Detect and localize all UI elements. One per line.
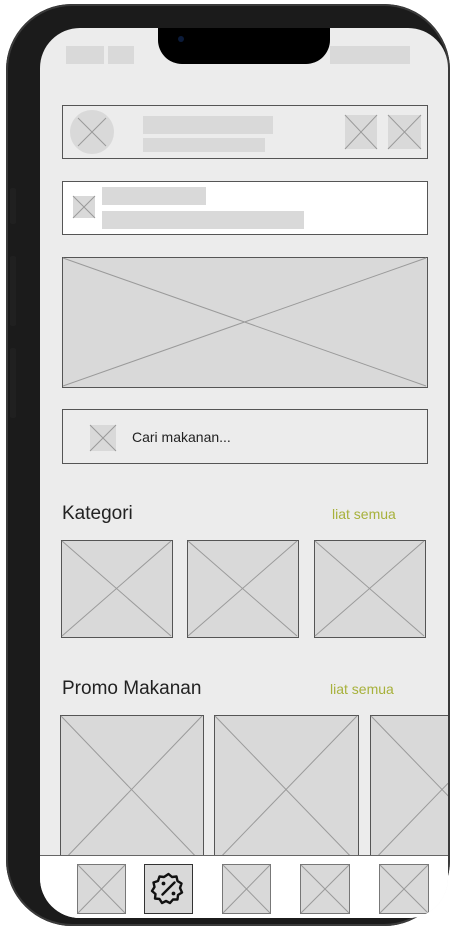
- status-signal-placeholder: [108, 46, 134, 64]
- phone-frame: Cari makanan... Kategori liat semua Prom…: [6, 4, 450, 926]
- category-image-placeholder-icon: [314, 540, 425, 637]
- search-icon: [89, 424, 117, 452]
- info-icon-placeholder: [72, 195, 96, 219]
- status-time-placeholder: [66, 46, 104, 64]
- placeholder-icon: [77, 864, 126, 914]
- placeholder-icon: [222, 864, 271, 914]
- promo-image-placeholder-icon: [214, 715, 358, 864]
- placeholder-icon: [379, 864, 429, 914]
- nav-item-5[interactable]: [379, 864, 429, 914]
- nav-item-home[interactable]: [77, 864, 126, 914]
- avatar[interactable]: [70, 110, 114, 154]
- nav-item-3[interactable]: [222, 864, 271, 914]
- bottom-navigation: [40, 855, 448, 918]
- info-title-placeholder: [102, 187, 206, 205]
- info-card[interactable]: [62, 181, 428, 235]
- info-subtitle-placeholder: [102, 211, 304, 229]
- banner-image-placeholder-icon: [62, 257, 427, 387]
- mute-switch: [10, 188, 16, 224]
- nav-item-promo[interactable]: [144, 864, 193, 914]
- search-bar[interactable]: Cari makanan...: [62, 409, 428, 464]
- category-card[interactable]: [61, 540, 173, 638]
- header-action-button-1[interactable]: [344, 114, 378, 150]
- user-address-placeholder: [143, 138, 265, 152]
- notch: [158, 28, 330, 64]
- volume-up-button: [10, 256, 16, 326]
- placeholder-icon: [89, 424, 117, 452]
- see-all-promos-link[interactable]: liat semua: [330, 681, 394, 697]
- category-card[interactable]: [314, 540, 426, 638]
- promo-badge-icon: [150, 872, 184, 905]
- nav-item-4[interactable]: [300, 864, 350, 914]
- category-card[interactable]: [187, 540, 299, 638]
- avatar-placeholder-icon: [77, 117, 107, 147]
- category-image-placeholder-icon: [61, 540, 172, 637]
- category-image-placeholder-icon: [187, 540, 298, 637]
- header-action-button-2[interactable]: [387, 114, 422, 150]
- promo-card[interactable]: [214, 715, 359, 865]
- see-all-categories-link[interactable]: liat semua: [332, 506, 396, 522]
- placeholder-icon: [387, 114, 422, 150]
- user-name-placeholder: [143, 116, 273, 134]
- volume-down-button: [10, 348, 16, 418]
- status-battery-placeholder: [330, 46, 410, 64]
- placeholder-icon: [72, 195, 96, 219]
- promo-card[interactable]: [370, 715, 448, 865]
- promo-image-placeholder-icon: [370, 715, 448, 864]
- section-title-categories: Kategori: [62, 503, 133, 524]
- promo-image-placeholder-icon: [60, 715, 203, 864]
- promo-banner[interactable]: [62, 257, 428, 388]
- profile-header-card[interactable]: [62, 105, 428, 159]
- promo-card[interactable]: [60, 715, 204, 865]
- search-input[interactable]: Cari makanan...: [132, 429, 231, 445]
- section-title-promos: Promo Makanan: [62, 678, 202, 699]
- placeholder-icon: [300, 864, 350, 914]
- placeholder-icon: [344, 114, 378, 150]
- screen: Cari makanan... Kategori liat semua Prom…: [40, 28, 448, 918]
- camera-icon: [178, 36, 184, 42]
